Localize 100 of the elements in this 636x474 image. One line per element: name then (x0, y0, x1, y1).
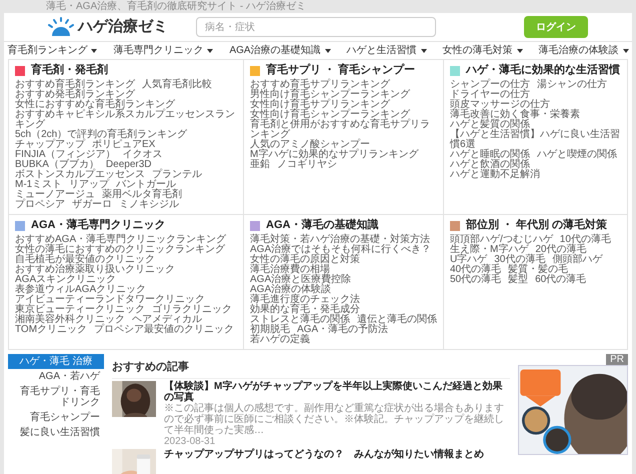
nav-menu-item[interactable]: 育毛剤ランキング (7, 43, 98, 58)
nav-menu-item[interactable]: 薄毛専門クリニック (113, 43, 214, 58)
article-excerpt: ※この記事は個人の感想です。副作用など重篤な症状が出る場合もありますので必ず事前に医師にご相談ください。※体験記。チャップアップを継続して半年間使った実感… (164, 403, 505, 436)
menu-link[interactable]: 60代の薄毛 (535, 275, 586, 285)
menu-link[interactable]: 女性向け育毛サプリランキング (250, 100, 390, 110)
menu-link[interactable]: AGA治療の体験談 (250, 285, 332, 295)
section-title: ハゲ・薄毛に効果的な生活習慣 (466, 64, 620, 77)
menu-link[interactable]: 女性におすすめな育毛剤ランキング (15, 100, 175, 110)
sidebar-tab[interactable]: ハゲ・薄毛 治療 (8, 354, 104, 369)
menu-link[interactable]: 効果的な育毛・発毛成分 (250, 305, 360, 315)
menu-link[interactable]: ミューノアージュ (15, 190, 95, 200)
menu-link[interactable]: ドライヤーの仕方 (450, 90, 530, 100)
menu-link[interactable]: 女性の薄毛の原因と対策 (250, 255, 360, 265)
menu-link[interactable]: ストレスと薄毛の関係 (250, 315, 350, 325)
menu-link[interactable]: プロペシア (15, 200, 65, 210)
logo-text[interactable]: ハゲ治療ゼミ (78, 16, 168, 38)
menu-link[interactable]: 20代の薄毛 (535, 245, 586, 255)
menu-link[interactable]: 男性向け育毛シャンプーランキング (250, 90, 410, 100)
menu-link[interactable]: 側頭部ハゲ (552, 255, 602, 265)
menu-link[interactable]: ヘアメディカル (132, 315, 202, 325)
menu-link[interactable]: BUBKA（ブブカ） (15, 160, 99, 170)
menu-link[interactable]: ハゲと運動不足解消 (450, 170, 540, 180)
search-field[interactable]: 病名・症状 (196, 17, 436, 37)
menu-link[interactable]: ハゲと飲酒の関係 (450, 160, 530, 170)
menu-link[interactable]: ハゲと睡眠の関係 (450, 150, 530, 160)
menu-link[interactable]: 30代の薄毛 (494, 255, 546, 265)
nav-menu-item[interactable]: ハゲと生活習慣 (346, 43, 427, 58)
menu-link[interactable]: おすすめ育毛サプリランキング (250, 80, 390, 90)
nav-menu-item[interactable]: 女性の薄毛対策 (442, 43, 523, 58)
menu-link[interactable]: 亜鉛 (250, 160, 270, 170)
menu-link[interactable]: チャップアップ (15, 140, 85, 150)
menu-link[interactable]: 女性の薄毛におすすめのクリニックランキング (15, 245, 225, 255)
menu-link[interactable]: AGA治療と医療費控除 (250, 275, 352, 285)
menu-link[interactable]: リアップ (69, 180, 110, 190)
menu-link[interactable]: U字ハゲ (450, 255, 488, 265)
menu-link[interactable]: 東京ビューティークリニック (15, 305, 145, 315)
sidebar-tab[interactable]: 育毛サプリ・育毛ドリンク (8, 384, 104, 410)
menu-link[interactable]: プランテル (152, 170, 202, 180)
menu-link[interactable]: おすすめキャピキシル系スカルプエッセンスランキング (15, 110, 237, 130)
menu-link[interactable]: おすすめAGA・薄毛専門クリニックランキング (15, 235, 226, 245)
menu-link[interactable]: M-1ミスト (15, 180, 62, 190)
nav-menu-item[interactable]: AGA治療の基礎知識 (229, 43, 331, 58)
menu-link[interactable]: おすすめ育毛剤ランキング (15, 80, 135, 90)
menu-link[interactable]: AGAスキンクリニック (15, 275, 116, 285)
menu-link[interactable]: M字ハゲに効果的なサプリランキング (250, 150, 418, 160)
menu-link[interactable]: ハゲと喫煙の関係 (537, 150, 617, 160)
menu-link[interactable]: プロペシア最安値のクリニック (94, 325, 234, 335)
menu-link[interactable]: Deeper3D (106, 160, 152, 170)
sidebar-tab[interactable]: 育毛シャンプー (8, 410, 104, 425)
menu-link[interactable]: TOMクリニック (15, 325, 88, 335)
menu-link[interactable]: 人気育毛剤比較 (142, 80, 212, 90)
menu-link[interactable]: 5ch（2ch）で評判の育毛剤ランキング (15, 130, 188, 140)
section-title: AGA・薄毛専門クリニック (31, 219, 166, 232)
menu-link[interactable]: 湘南美容外科クリニック (15, 315, 125, 325)
menu-link[interactable]: 40代の薄毛 (450, 265, 502, 275)
menu-link[interactable]: バントガール (116, 180, 176, 190)
article-date: 2023-08-31 (164, 436, 216, 447)
menu-link[interactable]: ポリピュアEX (92, 140, 156, 150)
menu-link[interactable]: 髪型 (508, 275, 528, 285)
menu-link[interactable]: 薬用ベルタ育毛剤 (102, 190, 182, 200)
menu-link[interactable]: 女性向け育毛シャンプーランキング (250, 110, 410, 120)
article-title[interactable]: チャップアップサプリはってどうなの？ みんなが知りたい情報まとめ (164, 449, 484, 460)
menu-link[interactable]: 髪質・髪の毛 (508, 265, 568, 275)
sidebar-tab[interactable]: AGA・若ハゲ (8, 369, 104, 384)
menu-link[interactable]: 人気のアミノ酸シャンプー (250, 140, 370, 150)
menu-link[interactable]: 頭頂部ハゲ/つむじハゲ (450, 235, 553, 245)
menu-link[interactable]: 遺伝と薄毛の関係 (357, 315, 437, 325)
nav-menu-item[interactable]: 薄毛治療の体験談 (538, 43, 629, 58)
menu-link[interactable]: ザガーロ (72, 200, 112, 210)
menu-link[interactable]: AGA・薄毛の予防法 (297, 325, 388, 335)
article-title[interactable]: 【体験談】M字ハゲがチャップアップを半年以上実際使いこんだ経過と効果の写真 (164, 381, 510, 403)
menu-link[interactable]: 薄毛治療費の相場 (250, 265, 330, 275)
menu-link[interactable]: 自毛植毛が最安値のクリニック (15, 255, 155, 265)
menu-link[interactable]: 【ハゲと生活習慣】ハゲに良い生活習慣6選 (450, 130, 621, 150)
menu-link[interactable]: ボストンスカルプエッセンス (15, 170, 145, 180)
menu-link[interactable]: AGA治療ではそもそも何科に行くべき？ (250, 245, 432, 255)
menu-link[interactable]: 頭皮マッサージの仕方 (450, 100, 550, 110)
menu-link[interactable]: シャンプーの仕方 (450, 80, 530, 90)
menu-link[interactable]: 生え際・M字ハゲ (450, 245, 528, 255)
menu-link[interactable]: ハゲと髪質の関係 (450, 120, 530, 130)
menu-link[interactable]: 湯シャンの仕方 (537, 80, 607, 90)
menu-link[interactable]: ミノキシジル (119, 200, 179, 210)
menu-link[interactable]: ゴリラクリニック (152, 305, 232, 315)
menu-link[interactable]: 薄毛改善に効く食事・栄養素 (450, 110, 580, 120)
menu-link[interactable]: イクオス (122, 150, 163, 160)
menu-link[interactable]: 50代の薄毛 (450, 275, 502, 285)
menu-link[interactable]: 表参道ウィルAGAクリニック (15, 285, 146, 295)
menu-link[interactable]: 薄毛進行度のチェック法 (250, 295, 360, 305)
sidebar-tab[interactable]: 髪に良い生活習慣 (8, 425, 104, 440)
menu-link[interactable]: FINJIA（フィンジア） (15, 150, 116, 160)
menu-link[interactable]: 10代の薄毛 (560, 235, 611, 245)
menu-link[interactable]: おすすめ発毛剤ランキング (15, 90, 135, 100)
menu-link[interactable]: ノコギリヤシ (277, 160, 337, 170)
menu-link[interactable]: 薄毛対策・若ハゲ治療の基礎・対策方法 (250, 235, 430, 245)
menu-link[interactable]: 育毛剤と併用がおすすめな育毛サプリランキング (250, 120, 437, 140)
menu-link[interactable]: 若ハゲの定義 (250, 335, 310, 345)
menu-link[interactable]: アイビューティーランドタワークリニック (15, 295, 205, 305)
menu-link[interactable]: おすすめ治療薬取り扱いクリニック (15, 265, 175, 275)
caret-icon (420, 48, 427, 52)
menu-link[interactable]: 初期脱毛 (250, 325, 290, 335)
